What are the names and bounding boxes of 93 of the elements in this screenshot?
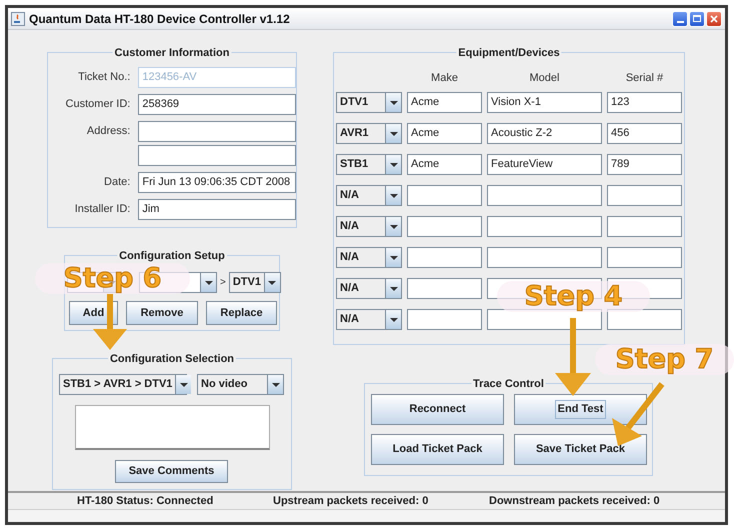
status-text: Upstream packets received: 0 — [273, 494, 428, 509]
text-field[interactable] — [487, 185, 602, 206]
step-tooltip: Step 4 — [497, 281, 650, 312]
status-text: Downstream packets received: 0 — [489, 494, 660, 509]
text-field[interactable] — [407, 309, 482, 330]
text-field[interactable] — [607, 185, 682, 206]
text-field[interactable]: 123 — [607, 92, 682, 113]
field-label: Customer ID: — [64, 97, 130, 112]
caret-icon — [180, 382, 188, 386]
caret-icon — [390, 256, 398, 260]
dropdown[interactable]: STB1 — [336, 154, 402, 175]
text-field[interactable]: 456 — [607, 123, 682, 144]
separator-symbol: > — [219, 276, 227, 290]
dropdown-arrow-button[interactable] — [385, 279, 401, 298]
dropdown[interactable]: N/A — [336, 216, 402, 237]
arrow — [612, 382, 664, 446]
text-field[interactable]: Fri Jun 13 09:06:35 CDT 2008 — [138, 172, 296, 193]
text-field[interactable]: FeatureView — [487, 154, 602, 175]
dropdown-arrow-button[interactable] — [385, 186, 401, 205]
caret-icon — [390, 100, 398, 104]
action-button[interactable]: Remove — [126, 301, 198, 325]
text-field[interactable]: Acme — [407, 154, 482, 175]
column-header: Serial # — [624, 71, 664, 84]
dropdown[interactable]: DTV1 — [228, 272, 281, 293]
column-header: Make — [430, 71, 459, 84]
action-button[interactable]: End Test — [514, 394, 647, 425]
text-field[interactable] — [487, 247, 602, 268]
dropdown[interactable]: N/A — [336, 309, 402, 330]
field-label: Installer ID: — [74, 202, 130, 218]
caret-icon — [390, 224, 398, 228]
window-title: Quantum Data HT-180 Device Controller v1.12 — [29, 10, 290, 28]
column-header: Model — [528, 71, 560, 84]
caret-icon — [390, 162, 398, 166]
text-field[interactable] — [138, 121, 296, 142]
dropdown[interactable]: N/A — [336, 185, 402, 206]
dropdown-arrow-button[interactable] — [385, 124, 401, 143]
panel-title: Configuration Selection — [108, 351, 236, 368]
dropdown-arrow-button[interactable] — [385, 310, 401, 329]
dropdown[interactable]: DTV1 — [336, 92, 402, 113]
dropdown[interactable]: N/A — [336, 247, 402, 268]
status-text: HT-180 Status: Connected — [77, 494, 214, 509]
text-field[interactable] — [607, 216, 682, 237]
dropdown-arrow-button[interactable] — [385, 248, 401, 267]
action-button[interactable]: Reconnect — [371, 394, 504, 425]
text-field[interactable]: Acme — [407, 123, 482, 144]
caret-icon — [268, 280, 276, 284]
coffee-cup-icon — [11, 12, 25, 26]
field-label: Address: — [86, 124, 130, 140]
text-field[interactable] — [407, 247, 482, 268]
text-field[interactable] — [407, 216, 482, 237]
text-field[interactable] — [607, 309, 682, 330]
close-button[interactable] — [706, 10, 722, 26]
dropdown-arrow-button[interactable] — [264, 273, 280, 292]
caret-icon — [390, 286, 398, 290]
maximize-button[interactable] — [689, 10, 705, 26]
panel-title: Equipment/Devices — [456, 45, 562, 62]
text-field[interactable] — [407, 278, 482, 299]
dropdown[interactable]: AVR1 — [336, 123, 402, 144]
dropdown-arrow-button[interactable] — [200, 273, 216, 292]
dropdown[interactable]: N/A — [336, 278, 402, 299]
caret-icon — [204, 280, 212, 284]
caret-icon — [272, 382, 280, 386]
text-field[interactable]: Vision X-1 — [487, 92, 602, 113]
text-field[interactable]: 258369 — [138, 94, 296, 115]
dropdown-arrow-button[interactable] — [175, 375, 192, 394]
close-icon — [710, 14, 718, 22]
action-button[interactable]: Save Ticket Pack — [514, 434, 647, 465]
panel-title: Configuration Setup — [117, 248, 227, 264]
step-tooltip: Step 7 — [595, 344, 734, 375]
field-label: Ticket No.: — [77, 70, 130, 86]
dropdown-arrow-button[interactable] — [385, 155, 401, 174]
dropdown-arrow-button[interactable] — [267, 375, 283, 394]
step-tooltip: Step 6 — [35, 263, 190, 294]
text-field[interactable] — [138, 145, 296, 166]
text-field[interactable]: Acoustic Z-2 — [487, 123, 602, 144]
caret-icon — [390, 132, 398, 136]
text-field[interactable] — [607, 247, 682, 268]
dropdown-arrow-button[interactable] — [385, 93, 401, 112]
field-label: Date: — [103, 175, 130, 190]
text-field[interactable]: Acme — [407, 92, 482, 113]
caret-icon — [390, 194, 398, 198]
text-field[interactable]: 789 — [607, 154, 682, 175]
comments-text-area[interactable] — [75, 405, 270, 450]
dropdown-arrow-button[interactable] — [385, 217, 401, 236]
text-field[interactable]: Jim — [138, 199, 296, 220]
action-button[interactable]: Replace — [206, 301, 277, 325]
text-field[interactable] — [407, 185, 482, 206]
caret-icon — [390, 318, 398, 322]
text-field[interactable] — [487, 216, 602, 237]
action-button[interactable]: Load Ticket Pack — [371, 434, 504, 465]
minimize-button[interactable] — [672, 10, 688, 26]
save-comments-button[interactable]: Save Comments — [115, 460, 228, 483]
dropdown[interactable]: No video — [197, 374, 284, 395]
